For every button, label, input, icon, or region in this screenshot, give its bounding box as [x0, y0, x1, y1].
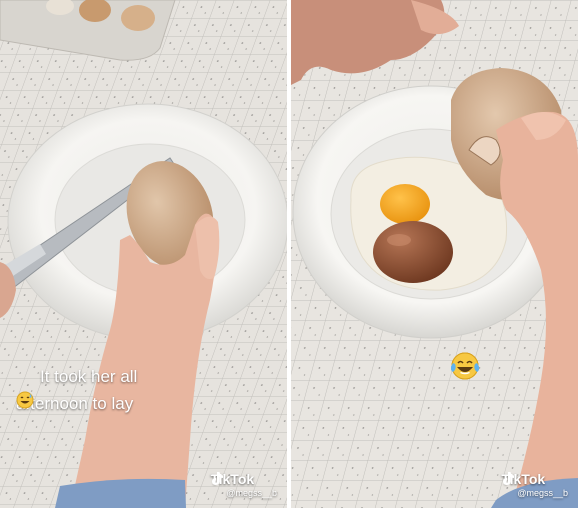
left-video-frame: It took her all afternoon to lay TikTok … [0, 0, 287, 508]
caption-line-2: afternoon to lay [16, 391, 133, 416]
watermark-handle: @megss__b [226, 488, 277, 498]
watermark-handle: @megss__b [517, 488, 568, 498]
tiktok-watermark-right: TikTok @megss__b [501, 471, 568, 498]
right-video-frame: TikTok @megss__b [291, 0, 578, 508]
tears-of-joy-emoji-icon [451, 352, 479, 380]
left-scene [0, 0, 287, 508]
brown-inner-egg [373, 221, 453, 283]
right-scene [291, 0, 578, 508]
tiktok-watermark-left: TikTok @megss__b [210, 471, 277, 498]
tiktok-logo-icon [212, 472, 224, 485]
egg-yolk [380, 184, 430, 224]
caption-line-1: It took her all [40, 367, 138, 386]
grinning-sweat-emoji-icon [16, 391, 34, 409]
tiktok-logo-icon [503, 472, 515, 485]
